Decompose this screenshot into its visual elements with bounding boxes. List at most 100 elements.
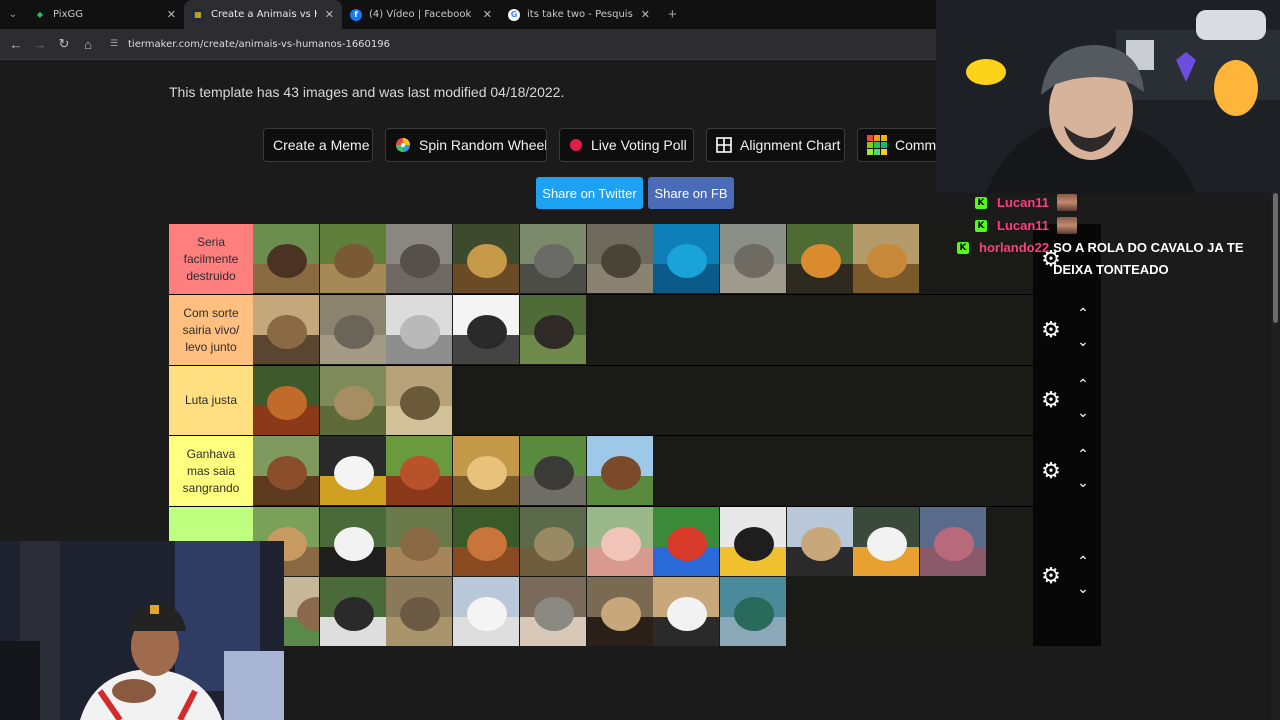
community-button[interactable]: Commu bbox=[857, 128, 936, 162]
alignment-chart-button[interactable]: Alignment Chart bbox=[706, 128, 845, 162]
tier-item-image[interactable] bbox=[586, 436, 653, 505]
community-label: Commu bbox=[895, 137, 936, 153]
tier-item-image[interactable] bbox=[319, 295, 386, 364]
live-voting-poll-button[interactable]: Live Voting Poll bbox=[559, 128, 694, 162]
tab-tiermaker[interactable]: ▦ Create a Animais vs Humanos T ✕ bbox=[184, 0, 342, 29]
tier-item-image[interactable] bbox=[653, 577, 720, 646]
chevron-up-icon[interactable]: ⌃ bbox=[1073, 446, 1093, 463]
chat-username: Lucan11 bbox=[997, 218, 1050, 233]
colorful-grid-icon bbox=[867, 135, 887, 155]
tier-item-image[interactable] bbox=[453, 224, 520, 293]
tier-label[interactable]: Com sorte sairia vivo/ levo junto bbox=[169, 295, 253, 365]
chat-username: horlando22 bbox=[979, 240, 1050, 255]
forward-icon[interactable]: → bbox=[28, 37, 52, 52]
close-icon[interactable]: ✕ bbox=[641, 8, 650, 21]
tier-item-image[interactable] bbox=[319, 577, 386, 646]
tier-item-image[interactable] bbox=[386, 366, 453, 435]
tier-item-image[interactable] bbox=[386, 295, 453, 364]
wheel-icon bbox=[395, 137, 411, 153]
tier-item-image[interactable] bbox=[586, 224, 653, 293]
tier-item-image[interactable] bbox=[653, 224, 720, 293]
tier-item-image[interactable] bbox=[719, 224, 786, 293]
facebook-icon: f bbox=[350, 8, 362, 21]
close-icon[interactable]: ✕ bbox=[325, 8, 334, 21]
tier-item-image[interactable] bbox=[586, 577, 653, 646]
chevron-up-icon[interactable]: ⌃ bbox=[1073, 376, 1093, 393]
tier-item-image[interactable] bbox=[586, 507, 653, 576]
gear-icon[interactable]: ⚙ bbox=[1039, 459, 1063, 483]
chevron-down-icon[interactable]: ⌄ bbox=[1073, 580, 1093, 597]
tier-item-image[interactable] bbox=[786, 224, 853, 293]
home-icon[interactable]: ⌂ bbox=[76, 37, 100, 52]
tier-item-image[interactable] bbox=[319, 224, 386, 293]
page-scrollbar[interactable] bbox=[1271, 193, 1280, 720]
share-fb-label: Share on FB bbox=[654, 185, 728, 201]
tier-item-image[interactable] bbox=[920, 507, 986, 576]
create-meme-label: Create a Meme bbox=[273, 137, 370, 153]
tier-item-image[interactable] bbox=[519, 295, 586, 364]
tier-item-image[interactable] bbox=[386, 224, 453, 293]
tier-label[interactable]: Seria facilmente destruido bbox=[169, 224, 253, 294]
tier-item-image[interactable] bbox=[319, 436, 386, 505]
tier-item-image[interactable] bbox=[453, 577, 520, 646]
tier-item-image[interactable] bbox=[453, 295, 520, 364]
tier-item-image[interactable] bbox=[319, 366, 386, 435]
tier-item-image[interactable] bbox=[519, 577, 586, 646]
share-twitter-button[interactable]: Share on Twitter bbox=[536, 177, 643, 209]
scrollbar-thumb[interactable] bbox=[1273, 193, 1278, 323]
chevron-down-icon[interactable]: ⌄ bbox=[1073, 404, 1093, 421]
gear-icon[interactable]: ⚙ bbox=[1039, 564, 1063, 588]
url-field[interactable]: ☰ tiermaker.com/create/animais-vs-humano… bbox=[110, 39, 390, 50]
tab-facebook[interactable]: f (4) Vídeo | Facebook ✕ bbox=[342, 0, 500, 29]
tier-item-image[interactable] bbox=[519, 507, 586, 576]
tier-label[interactable]: Ganhava mas saia sangrando bbox=[169, 436, 253, 506]
tier-label[interactable]: Luta justa bbox=[169, 366, 253, 435]
share-twitter-label: Share on Twitter bbox=[542, 185, 637, 201]
tier-item-image[interactable] bbox=[386, 507, 453, 576]
reload-icon[interactable]: ↻ bbox=[52, 36, 76, 52]
chat-username: Lucan11 bbox=[997, 195, 1050, 210]
chevron-down-icon[interactable]: ⌄ bbox=[1073, 333, 1093, 350]
gear-icon[interactable]: ⚙ bbox=[1039, 388, 1063, 412]
tier-item-image[interactable] bbox=[519, 224, 586, 293]
share-fb-button[interactable]: Share on FB bbox=[648, 177, 734, 209]
tier-item-image[interactable] bbox=[283, 577, 319, 646]
emote-icon bbox=[1057, 217, 1078, 234]
close-icon[interactable]: ✕ bbox=[483, 8, 492, 21]
tier-item-image[interactable] bbox=[319, 507, 386, 576]
close-icon[interactable]: ✕ bbox=[167, 8, 176, 21]
back-icon[interactable]: ← bbox=[4, 37, 28, 52]
new-tab-icon[interactable]: + bbox=[668, 6, 677, 23]
tab-search-icon[interactable]: ⌄ bbox=[0, 0, 26, 29]
grid-icon bbox=[716, 137, 732, 153]
chat-message: K Lucan11 bbox=[975, 194, 1078, 211]
tier-item-image[interactable] bbox=[719, 577, 786, 646]
tier-item-image[interactable] bbox=[386, 577, 453, 646]
tab-google[interactable]: G its take two - Pesquisa Google ✕ bbox=[500, 0, 658, 29]
tier-item-image[interactable] bbox=[253, 366, 319, 435]
chevron-up-icon[interactable]: ⌃ bbox=[1073, 553, 1093, 570]
tier-item-image[interactable] bbox=[853, 507, 920, 576]
tier-item-image[interactable] bbox=[519, 436, 586, 505]
tier-item-image[interactable] bbox=[853, 224, 920, 293]
chevron-up-icon[interactable]: ⌃ bbox=[1073, 305, 1093, 322]
kick-badge-icon: K bbox=[957, 242, 969, 254]
tier-item-image[interactable] bbox=[253, 224, 319, 293]
live-voting-poll-label: Live Voting Poll bbox=[591, 137, 687, 153]
tier-item-image[interactable] bbox=[786, 507, 853, 576]
tier-item-image[interactable] bbox=[386, 436, 453, 505]
tab-title: PixGG bbox=[53, 9, 84, 20]
tier-item-image[interactable] bbox=[453, 436, 520, 505]
site-info-icon[interactable]: ☰ bbox=[110, 39, 120, 49]
tier-item-image[interactable] bbox=[719, 507, 786, 576]
create-meme-button[interactable]: Create a Meme bbox=[263, 128, 373, 162]
emote-icon bbox=[1057, 194, 1078, 211]
spin-wheel-button[interactable]: Spin Random Wheel bbox=[385, 128, 547, 162]
tab-pixgg[interactable]: ◆ PixGG ✕ bbox=[26, 0, 184, 29]
tier-item-image[interactable] bbox=[453, 507, 520, 576]
tier-item-image[interactable] bbox=[653, 507, 720, 576]
gear-icon[interactable]: ⚙ bbox=[1039, 318, 1063, 342]
tier-item-image[interactable] bbox=[253, 436, 319, 505]
tier-item-image[interactable] bbox=[253, 295, 319, 364]
chevron-down-icon[interactable]: ⌄ bbox=[1073, 474, 1093, 491]
